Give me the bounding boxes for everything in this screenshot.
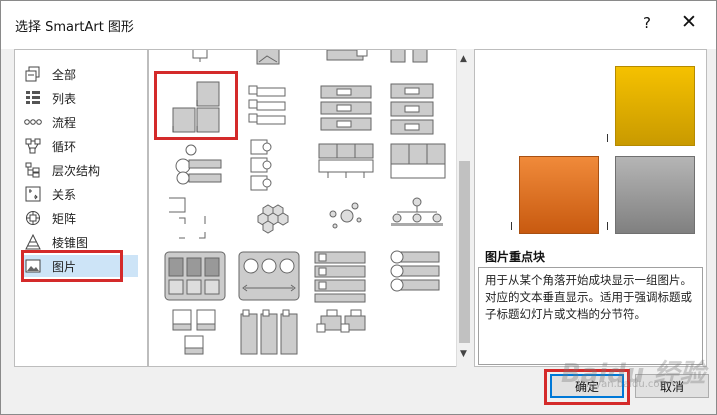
- layout-thumb[interactable]: [313, 190, 379, 252]
- category-label: 矩阵: [52, 211, 77, 226]
- layout-thumb[interactable]: [164, 190, 235, 252]
- scroll-down-icon[interactable]: ▼: [460, 349, 467, 359]
- layout-thumb[interactable]: [235, 304, 301, 366]
- scroll-up-icon[interactable]: ▲: [460, 54, 467, 64]
- selected-layout-highlight: [154, 71, 238, 140]
- layout-thumb[interactable]: [313, 78, 379, 140]
- category-label: 层次结构: [52, 163, 101, 178]
- cycle-icon: [24, 137, 42, 155]
- layout-thumb[interactable]: [311, 304, 377, 366]
- category-process[interactable]: 流程: [24, 111, 138, 133]
- category-hierarchy[interactable]: 层次结构: [24, 159, 138, 181]
- pyramid-icon: [24, 233, 42, 251]
- category-label: 关系: [52, 187, 77, 202]
- matrix-icon: [24, 209, 42, 227]
- all-icon: [24, 65, 42, 83]
- list-icon: [24, 89, 42, 107]
- category-label: 列表: [52, 91, 77, 106]
- layout-thumb[interactable]: [161, 246, 227, 308]
- category-label: 循环: [52, 139, 77, 154]
- category-list: 全部 列表 流程 循环 层次结构 关系 矩阵 棱锥图 图片: [14, 49, 148, 367]
- layout-thumb[interactable]: [235, 246, 301, 308]
- preview-layout-name: 图片重点块: [485, 250, 546, 264]
- preview-block-left: [511, 156, 599, 234]
- category-label: 流程: [52, 115, 77, 130]
- scrollbar-thumb[interactable]: [459, 161, 470, 343]
- layout-thumb[interactable]: [385, 190, 451, 252]
- layout-thumb[interactable]: [241, 136, 307, 198]
- hierarchy-icon: [24, 161, 42, 179]
- layout-thumb[interactable]: [167, 304, 233, 366]
- process-icon: [24, 113, 42, 131]
- category-label: 全部: [52, 67, 77, 82]
- picture-category-highlight: [21, 250, 123, 282]
- layout-thumb[interactable]: [385, 246, 451, 308]
- category-list-item[interactable]: 列表: [24, 87, 138, 109]
- dialog-title: 选择 SmartArt 图形: [15, 20, 134, 35]
- category-all[interactable]: 全部: [24, 63, 138, 85]
- layout-thumb[interactable]: [311, 246, 377, 308]
- category-relationship[interactable]: 关系: [24, 183, 138, 205]
- layout-thumb[interactable]: [385, 136, 451, 198]
- category-cycle[interactable]: 循环: [24, 135, 138, 157]
- smartart-dialog: 选择 SmartArt 图形 ? ✕ 全部 列表 流程 循环 层次结构 关系 矩…: [0, 0, 717, 415]
- layout-thumb[interactable]: [241, 78, 307, 140]
- preview-description: 用于从某个角落开始成块显示一组图片。对应的文本垂直显示。适用于强调标题或子标题幻…: [478, 267, 703, 365]
- layout-thumb[interactable]: [241, 190, 307, 252]
- preview-block-top: [607, 66, 695, 146]
- help-button[interactable]: ?: [637, 14, 657, 32]
- layout-thumb[interactable]: [313, 136, 379, 198]
- category-label: 棱锥图: [52, 235, 89, 250]
- layout-thumb[interactable]: [385, 78, 451, 140]
- gallery-scrollbar[interactable]: ▲ ▼: [456, 49, 472, 367]
- category-matrix[interactable]: 矩阵: [24, 207, 138, 229]
- relationship-icon: [24, 185, 42, 203]
- close-button[interactable]: ✕: [677, 11, 701, 33]
- title-bar: 选择 SmartArt 图形 ? ✕: [1, 1, 716, 49]
- layout-thumb[interactable]: [169, 136, 235, 198]
- preview-pane: 图片重点块 用于从某个角落开始成块显示一组图片。对应的文本垂直显示。适用于强调标…: [474, 49, 707, 367]
- watermark-url: jingyan.baidu.com: [577, 379, 670, 390]
- preview-block-right: [607, 156, 695, 234]
